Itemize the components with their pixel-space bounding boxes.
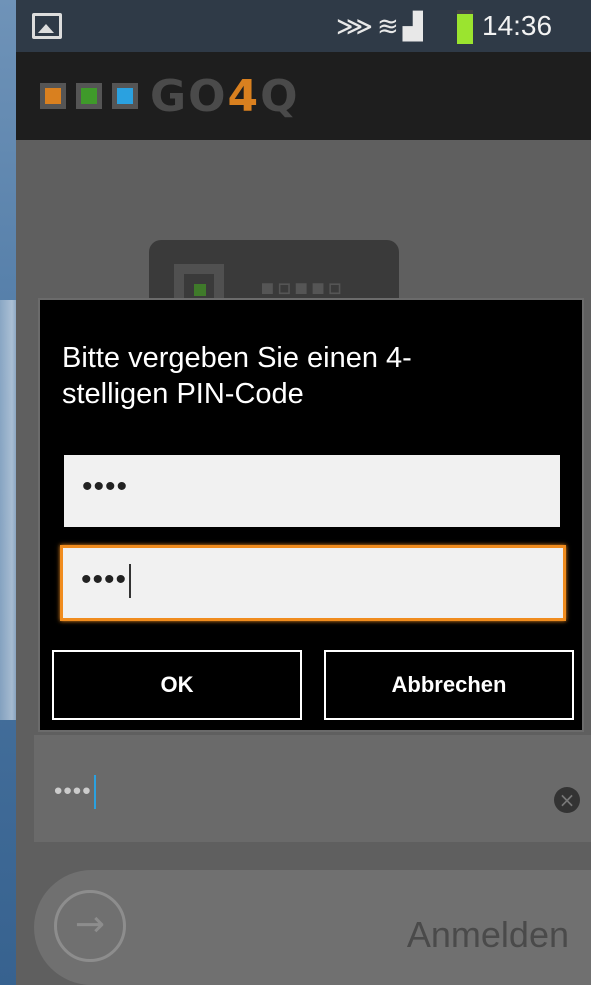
image-icon [32, 13, 62, 39]
background-pin-value: •••• [54, 775, 96, 809]
text-cursor [93, 775, 96, 809]
pin-input[interactable]: •••• [64, 455, 560, 527]
clear-icon[interactable]: × [554, 787, 580, 813]
dialog-title: Bitte vergeben Sie einen 4- stelligen PI… [62, 342, 412, 410]
signal-icon: ▟ [402, 12, 427, 42]
wifi-icon: ≋ [376, 12, 403, 42]
logo-square-orange [40, 83, 66, 109]
app-bar: GO4Q [16, 52, 591, 140]
phone-screen: ⋙≋▟ 14:36 GO4Q ▪▫▪▪▫ •••• × → Anmelden B… [16, 0, 591, 985]
status-bar: ⋙≋▟ 14:36 [16, 0, 591, 52]
text-cursor [129, 564, 132, 599]
vibrate-icon: ⋙ [336, 12, 377, 42]
arrow-right-icon: → [54, 890, 126, 962]
login-button[interactable]: → Anmelden [34, 870, 591, 985]
background-pin-input[interactable]: •••• × [34, 735, 591, 842]
status-icons: ⋙≋▟ [336, 12, 427, 42]
logo-text: GO4Q [150, 70, 300, 122]
logo-square-green [76, 83, 102, 109]
login-label: Anmelden [406, 914, 569, 955]
battery-icon [457, 10, 473, 44]
cancel-button[interactable]: Abbrechen [324, 650, 574, 720]
logo-square-blue [112, 83, 138, 109]
go4q-logo: GO4Q [40, 71, 300, 122]
pin-dialog: Bitte vergeben Sie einen 4- stelligen PI… [38, 298, 584, 732]
clock: 14:36 [482, 10, 553, 41]
pin-confirm-input[interactable]: •••• [60, 545, 566, 621]
ok-button[interactable]: OK [52, 650, 302, 720]
